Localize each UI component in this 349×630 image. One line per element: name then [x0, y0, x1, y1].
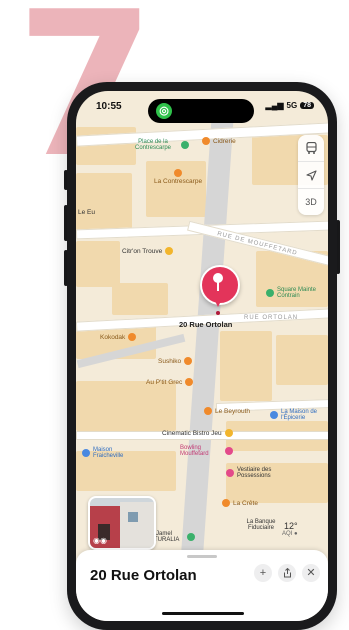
preview-window: [128, 512, 138, 522]
look-around-preview[interactable]: ◉◉: [88, 496, 156, 550]
poi-shop-left[interactable]: Le Eu: [78, 209, 95, 216]
pin-label: 20 Rue Ortolan: [179, 320, 233, 329]
street-label-ortolan: RUE ORTOLAN: [244, 315, 299, 321]
restaurant-icon: [222, 499, 230, 507]
view-3d-button[interactable]: 3D: [298, 188, 324, 215]
place-icon: [187, 533, 195, 541]
poi-label: Square Mainte Contrain: [277, 287, 317, 299]
sheet-grabber[interactable]: [187, 555, 217, 558]
poi-la-crete[interactable]: La Crête: [222, 499, 258, 507]
location-arrow-icon: [305, 169, 317, 181]
home-indicator: [162, 612, 244, 615]
poi-label: Place de la Contrescarpe: [134, 139, 172, 151]
poi-au-ptit-grec[interactable]: Au P'tit Grec: [146, 378, 194, 386]
dynamic-island: ◎: [148, 99, 254, 123]
poi-la-banque[interactable]: La Banque Fiduciaire: [238, 519, 284, 531]
map-block: [76, 241, 120, 287]
poi-sushiko[interactable]: Sushiko: [158, 357, 193, 365]
add-button[interactable]: +: [254, 564, 272, 582]
preview-building: [120, 502, 154, 548]
weather-widget: 12° AQI ●: [282, 521, 298, 537]
activity-icon: ◎: [156, 103, 172, 119]
poi-label: Citr'on Trouve: [122, 247, 163, 255]
poi-label: La Maison de l'Épicerie: [281, 409, 318, 421]
restaurant-icon: [185, 378, 194, 386]
cafe-icon: [165, 247, 174, 255]
transit-mode-button[interactable]: [298, 135, 324, 161]
poi-label: La Contrescarpe: [154, 178, 203, 185]
page: 7: [0, 0, 349, 630]
place-title: 20 Rue Ortolan: [90, 567, 197, 584]
park-icon: [266, 289, 274, 297]
poi-label: La Banque Fiduciaire: [246, 519, 276, 531]
park-icon: [181, 141, 189, 149]
signal-icon: ▂▄▆: [265, 101, 284, 110]
cafe-icon: [224, 429, 233, 437]
map-block: [112, 283, 168, 315]
restaurant-icon: [128, 333, 137, 341]
poi-label: Le Beyrouth: [215, 407, 251, 415]
poi-la-contrescarpe[interactable]: La Contrescarpe: [154, 169, 202, 185]
bus-icon: [305, 142, 317, 154]
poi-label: La Crête: [233, 499, 258, 507]
poi-label: Sushiko: [158, 357, 182, 365]
pin-point: [216, 311, 220, 315]
poi-label: Maison Fraicheville: [93, 447, 124, 459]
map-controls: 3D: [298, 135, 324, 215]
sheet-actions: + ✕: [254, 564, 320, 582]
restaurant-icon: [202, 137, 210, 145]
map-block: [276, 335, 328, 385]
pin-tail: [214, 299, 222, 307]
poi-label: Cinematic Bistro Jeu: [162, 429, 222, 437]
share-icon: [283, 567, 291, 578]
restaurant-icon: [174, 169, 183, 177]
poi-cidrerie[interactable]: Cidrerie: [202, 137, 236, 145]
poi-label: Le Eu: [78, 209, 95, 216]
poi-kokodak[interactable]: Kokodak: [100, 333, 137, 341]
phone-screen: RUE DE MOUFFETARD RUE ORTOLAN Place de l…: [76, 91, 328, 621]
phone-frame: RUE DE MOUFFETARD RUE ORTOLAN Place de l…: [67, 82, 337, 630]
map-block: [76, 381, 176, 431]
network-label: 5G: [286, 101, 298, 110]
close-button[interactable]: ✕: [302, 564, 320, 582]
binoculars-icon: ◉◉: [93, 536, 107, 545]
plus-icon: +: [259, 567, 267, 579]
poi-square-mainte[interactable]: Square Mainte Contrain: [266, 287, 328, 299]
poi-vestiaire[interactable]: Vestiaire des Possessions: [226, 467, 287, 479]
poi-label: Vestiaire des Possessions: [237, 467, 272, 479]
place-sheet[interactable]: 20 Rue Ortolan + ✕: [76, 550, 328, 621]
restaurant-icon: [184, 357, 193, 365]
poi-label: Kokodak: [100, 333, 126, 341]
store-icon: [226, 469, 234, 477]
poi-place-contrescarpe[interactable]: Place de la Contrescarpe: [128, 139, 189, 151]
map-block: [76, 173, 132, 233]
share-button[interactable]: [278, 564, 296, 582]
poi-le-beyrouth[interactable]: Le Beyrouth: [204, 407, 250, 415]
weather-temperature: 12°: [284, 521, 298, 531]
status-icons: ▂▄▆ 5G 78: [266, 101, 314, 110]
poi-la-maison[interactable]: La Maison de l'Épicerie: [270, 409, 328, 421]
poi-label: Cidrerie: [213, 137, 236, 145]
pin-knob: [213, 273, 223, 283]
poi-cinematic[interactable]: Cinematic Bistro Jeu: [162, 429, 233, 437]
shop-icon: [270, 411, 278, 419]
poi-maison-fraiche[interactable]: Maison Fraicheville: [82, 447, 137, 459]
battery-icon: 78: [300, 102, 314, 109]
entertainment-icon: [225, 447, 233, 455]
locate-me-button[interactable]: [298, 161, 324, 188]
poi-bowling[interactable]: Bowling Mouffetard: [180, 445, 233, 457]
poi-label: Bowling Mouffetard: [180, 445, 209, 457]
poi-label: Au P'tit Grec: [146, 378, 183, 386]
shop-icon: [82, 449, 90, 457]
close-icon: ✕: [306, 567, 316, 579]
weather-aqi: AQI ●: [282, 531, 298, 537]
map-block: [220, 331, 272, 401]
map-canvas[interactable]: RUE DE MOUFFETARD RUE ORTOLAN Place de l…: [76, 91, 328, 621]
restaurant-icon: [204, 407, 212, 415]
status-time: 10:55: [96, 101, 122, 112]
poi-citron[interactable]: Citr'on Trouve: [122, 247, 174, 255]
